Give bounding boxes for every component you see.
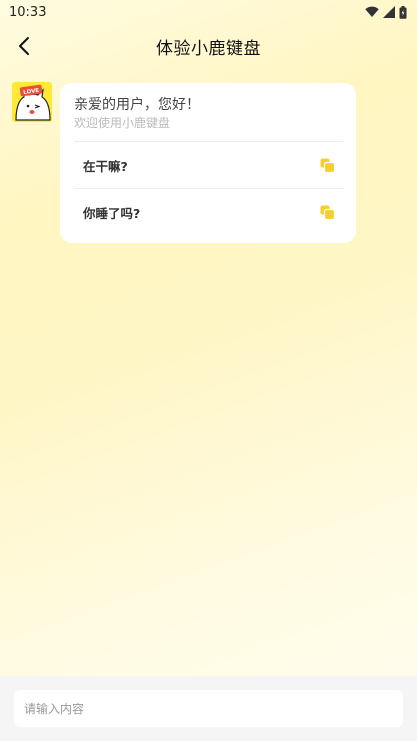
copy-icon[interactable] <box>319 157 335 173</box>
signal-icon <box>383 6 395 18</box>
message-input[interactable] <box>14 690 403 727</box>
cat-avatar-icon: LOVE <box>12 82 52 122</box>
greeting-subtitle: 欢迎使用小鹿键盘 <box>74 116 171 130</box>
suggestion-item[interactable]: 在干嘛? <box>74 142 343 188</box>
status-bar: 10:33 <box>0 0 417 24</box>
chevron-left-icon <box>19 37 29 55</box>
suggestion-text: 你睡了吗? <box>83 205 141 221</box>
wifi-icon <box>365 6 379 17</box>
avatar: LOVE <box>12 82 52 122</box>
copy-icon[interactable] <box>319 204 335 220</box>
bottom-input-bar <box>0 676 417 741</box>
suggestion-item[interactable]: 你睡了吗? <box>74 189 343 235</box>
back-button[interactable] <box>10 32 38 60</box>
page-title: 体验小鹿键盘 <box>156 38 261 59</box>
suggestion-text: 在干嘛? <box>83 158 128 174</box>
status-time: 10:33 <box>9 4 47 20</box>
greeting-title: 亲爱的用户，您好！ <box>74 97 200 113</box>
title-bar: 体验小鹿键盘 <box>0 24 417 68</box>
chat-card: 亲爱的用户，您好！ 欢迎使用小鹿键盘 在干嘛? 你睡了吗? <box>60 83 356 243</box>
status-icons <box>365 5 407 19</box>
battery-icon <box>399 5 407 19</box>
